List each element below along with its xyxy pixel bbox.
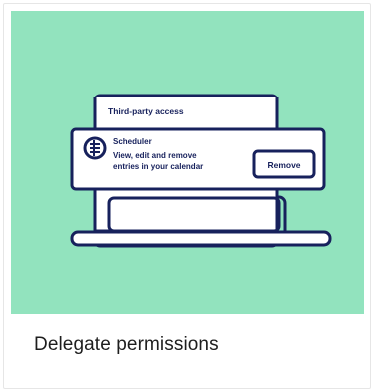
app-name: Scheduler: [113, 137, 152, 146]
remove-button[interactable]: Remove: [252, 149, 316, 179]
laptop-base: [70, 230, 332, 247]
delegate-permissions-card[interactable]: Third-party access Scheduler View, edit …: [3, 3, 371, 389]
remove-button-label: Remove: [267, 160, 300, 170]
app-description-line1: View, edit and remove: [113, 151, 197, 160]
card-illustration: Third-party access Scheduler View, edit …: [11, 11, 364, 314]
laptop-illustration: Third-party access Scheduler View, edit …: [70, 94, 332, 248]
calendar-list-icon: [83, 136, 107, 160]
card-title[interactable]: Delegate permissions: [34, 334, 219, 356]
app-description-line2: entries in your calendar: [113, 162, 203, 171]
window-title: Third-party access: [108, 106, 184, 116]
